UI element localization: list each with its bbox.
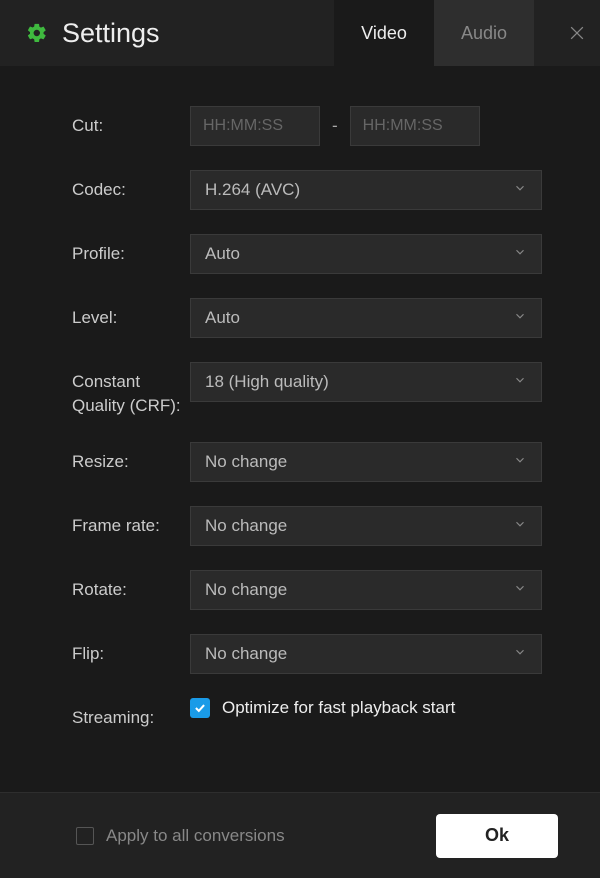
codec-value: H.264 (AVC) xyxy=(205,180,300,200)
chevron-down-icon xyxy=(513,644,527,664)
chevron-down-icon xyxy=(513,244,527,264)
level-value: Auto xyxy=(205,308,240,328)
settings-header: Settings Video Audio xyxy=(0,0,600,66)
tab-audio[interactable]: Audio xyxy=(434,0,534,66)
profile-label: Profile: xyxy=(72,234,190,266)
framerate-value: No change xyxy=(205,516,287,536)
streaming-label: Streaming: xyxy=(72,698,190,730)
flip-value: No change xyxy=(205,644,287,664)
flip-label: Flip: xyxy=(72,634,190,666)
resize-select[interactable]: No change xyxy=(190,442,542,482)
streaming-checkbox-label: Optimize for fast playback start xyxy=(222,698,455,718)
gear-icon xyxy=(26,22,48,44)
crf-label: Constant Quality (CRF): xyxy=(72,362,190,418)
rotate-value: No change xyxy=(205,580,287,600)
apply-all-label: Apply to all conversions xyxy=(106,826,436,846)
framerate-select[interactable]: No change xyxy=(190,506,542,546)
crf-select[interactable]: 18 (High quality) xyxy=(190,362,542,402)
rotate-label: Rotate: xyxy=(72,570,190,602)
resize-label: Resize: xyxy=(72,442,190,474)
chevron-down-icon xyxy=(513,180,527,200)
codec-label: Codec: xyxy=(72,170,190,202)
page-title: Settings xyxy=(62,18,334,49)
cut-dash: - xyxy=(332,116,338,136)
framerate-label: Frame rate: xyxy=(72,506,190,538)
profile-value: Auto xyxy=(205,244,240,264)
resize-value: No change xyxy=(205,452,287,472)
level-label: Level: xyxy=(72,298,190,330)
tab-video[interactable]: Video xyxy=(334,0,434,66)
chevron-down-icon xyxy=(513,452,527,472)
cut-from-input[interactable]: HH:MM:SS xyxy=(190,106,320,146)
streaming-checkbox[interactable] xyxy=(190,698,210,718)
rotate-select[interactable]: No change xyxy=(190,570,542,610)
flip-select[interactable]: No change xyxy=(190,634,542,674)
cut-label: Cut: xyxy=(72,106,190,138)
footer: Apply to all conversions Ok xyxy=(0,792,600,878)
settings-form: Cut: HH:MM:SS - HH:MM:SS Codec: H.264 (A… xyxy=(0,66,600,763)
apply-all-checkbox[interactable] xyxy=(76,827,94,845)
chevron-down-icon xyxy=(513,516,527,536)
close-button[interactable] xyxy=(554,0,600,66)
chevron-down-icon xyxy=(513,308,527,328)
profile-select[interactable]: Auto xyxy=(190,234,542,274)
ok-button[interactable]: Ok xyxy=(436,814,558,858)
chevron-down-icon xyxy=(513,372,527,392)
cut-to-input[interactable]: HH:MM:SS xyxy=(350,106,480,146)
crf-value: 18 (High quality) xyxy=(205,372,329,392)
tabs: Video Audio xyxy=(334,0,534,66)
codec-select[interactable]: H.264 (AVC) xyxy=(190,170,542,210)
level-select[interactable]: Auto xyxy=(190,298,542,338)
chevron-down-icon xyxy=(513,580,527,600)
